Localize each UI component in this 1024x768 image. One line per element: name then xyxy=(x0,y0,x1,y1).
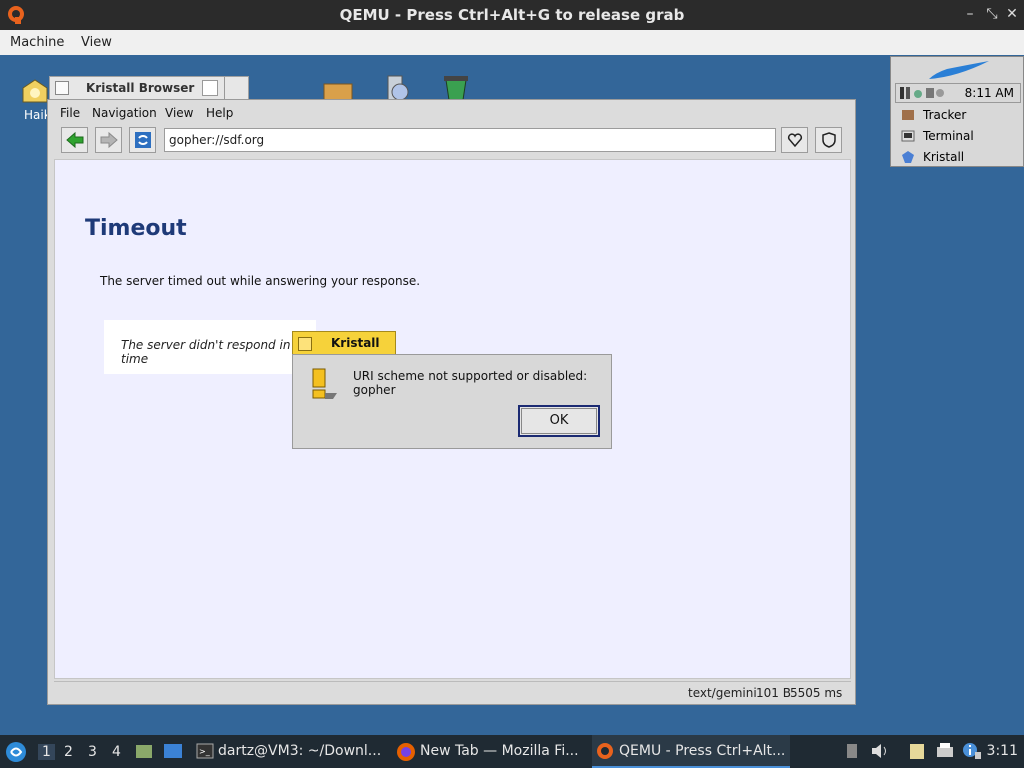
alert-title: Kristall xyxy=(331,336,380,350)
workspace-4[interactable]: 4 xyxy=(112,744,121,760)
close-button[interactable]: ✕ xyxy=(1004,6,1020,22)
firefox-icon xyxy=(397,743,415,761)
terminal-icon xyxy=(901,130,915,142)
security-button[interactable] xyxy=(815,127,842,153)
alert-dialog: URI scheme not supported or disabled: go… xyxy=(292,354,612,449)
arrow-left-icon xyxy=(65,131,83,149)
qemu-window-title: QEMU - Press Ctrl+Alt+G to release grab xyxy=(339,6,685,24)
menu-navigation[interactable]: Navigation xyxy=(92,106,157,120)
task-terminal[interactable]: >_ dartz@VM3: ~/Downl... xyxy=(192,735,390,768)
network-icon[interactable] xyxy=(973,742,983,760)
alert-message: URI scheme not supported or disabled: go… xyxy=(353,369,588,397)
task-label: New Tab — Mozilla Fi... xyxy=(420,743,579,759)
deskbar-item-terminal[interactable]: Terminal xyxy=(895,126,1023,146)
browser-resize-tab[interactable] xyxy=(224,77,246,101)
tray-arrow-icon[interactable] xyxy=(846,743,858,759)
warning-icon xyxy=(312,368,337,399)
browser-window-title: Kristall Browser xyxy=(86,81,195,95)
task-firefox[interactable]: New Tab — Mozilla Fi... xyxy=(394,735,588,768)
forward-button[interactable] xyxy=(95,127,122,153)
refresh-icon xyxy=(134,132,151,148)
url-input[interactable]: gopher://sdf.org xyxy=(164,128,776,152)
page-quote: The server didn't respond in time xyxy=(104,320,316,374)
browser-menubar: File Navigation View Help xyxy=(54,104,850,124)
printer-icon[interactable] xyxy=(936,742,954,760)
ok-button-label: OK xyxy=(521,408,597,434)
url-text: gopher://sdf.org xyxy=(169,133,265,147)
terminal-icon: >_ xyxy=(196,743,214,759)
deskbar: 8:11 AM Tracker Terminal Kristall xyxy=(890,56,1024,167)
qemu-titlebar: QEMU - Press Ctrl+Alt+G to release grab … xyxy=(0,0,1024,30)
task-qemu[interactable]: QEMU - Press Ctrl+Alt... xyxy=(592,735,790,768)
kristall-icon xyxy=(902,151,914,163)
page-paragraph: The server timed out while answering you… xyxy=(100,274,421,288)
maximize-button[interactable]: ⤡ xyxy=(984,6,1000,22)
browser-statusbar: text/gemini 101 B 5505 ms xyxy=(54,681,851,703)
workspace-3[interactable]: 3 xyxy=(88,744,97,760)
task-label: QEMU - Press Ctrl+Alt... xyxy=(619,743,786,759)
page-quote-text: The server didn't respond in time xyxy=(121,338,291,366)
deskbar-clock[interactable]: 8:11 AM xyxy=(965,86,1014,100)
disk-icon[interactable] xyxy=(382,74,412,100)
taskbar-clock[interactable]: 3:11 xyxy=(987,743,1018,759)
deskbar-item-label: Terminal xyxy=(923,129,974,143)
heart-icon xyxy=(787,133,802,148)
host-taskbar: 1 2 3 4 >_ dartz@VM3: ~/Downl... New Tab… xyxy=(0,735,1024,768)
task-label: dartz@VM3: ~/Downl... xyxy=(218,743,382,759)
qemu-logo-icon xyxy=(597,743,613,759)
alert-close-box[interactable] xyxy=(298,337,312,351)
desktop-icon[interactable] xyxy=(163,742,183,760)
tracker-icon xyxy=(902,110,914,120)
ok-button[interactable]: OK xyxy=(518,405,600,437)
haiku-leaf-icon[interactable] xyxy=(927,59,991,83)
shield-icon xyxy=(821,132,836,148)
deskbar-item-kristall[interactable]: Kristall xyxy=(895,147,1023,167)
browser-window-tab[interactable]: Kristall Browser xyxy=(49,76,249,101)
minimize-button[interactable]: – xyxy=(962,6,978,22)
clipboard-icon[interactable] xyxy=(909,742,925,760)
browser-toolbar: gopher://sdf.org xyxy=(54,124,850,156)
workspace-2[interactable]: 2 xyxy=(64,744,73,760)
status-mime: text/gemini xyxy=(688,686,757,700)
menu-file[interactable]: File xyxy=(60,106,80,120)
menu-machine[interactable]: Machine xyxy=(10,35,64,50)
deskbar-item-label: Kristall xyxy=(923,150,965,164)
workspace-1[interactable]: 1 xyxy=(38,744,55,760)
qemu-menubar: Machine View xyxy=(0,30,1024,55)
status-time: 5505 ms xyxy=(790,686,843,700)
menu-view[interactable]: View xyxy=(81,35,112,50)
trash-icon[interactable] xyxy=(442,74,470,100)
status-size: 101 B xyxy=(756,686,791,700)
app-menu-icon[interactable] xyxy=(5,741,27,763)
favorite-button[interactable] xyxy=(781,127,808,153)
reload-button[interactable] xyxy=(129,127,156,153)
deskbar-item-label: Tracker xyxy=(923,108,967,122)
browser-zoom-box[interactable] xyxy=(202,80,218,96)
volume-icon[interactable] xyxy=(871,743,889,759)
back-button[interactable] xyxy=(61,127,88,153)
arrow-right-icon xyxy=(100,131,118,149)
tray-icons[interactable] xyxy=(900,86,946,100)
page-heading: Timeout xyxy=(85,216,187,241)
svg-text:>_: >_ xyxy=(199,747,211,756)
deskbar-tray: 8:11 AM xyxy=(895,83,1021,103)
browser-close-box[interactable] xyxy=(55,81,69,95)
haiku-volume-icon[interactable] xyxy=(20,76,50,106)
deskbar-item-tracker[interactable]: Tracker xyxy=(895,105,1023,125)
menu-help[interactable]: Help xyxy=(206,106,233,120)
home-folder-icon[interactable] xyxy=(322,80,354,100)
file-manager-icon[interactable] xyxy=(135,742,153,760)
alert-window-tab[interactable]: Kristall xyxy=(292,331,396,355)
menu-view[interactable]: View xyxy=(165,106,193,120)
